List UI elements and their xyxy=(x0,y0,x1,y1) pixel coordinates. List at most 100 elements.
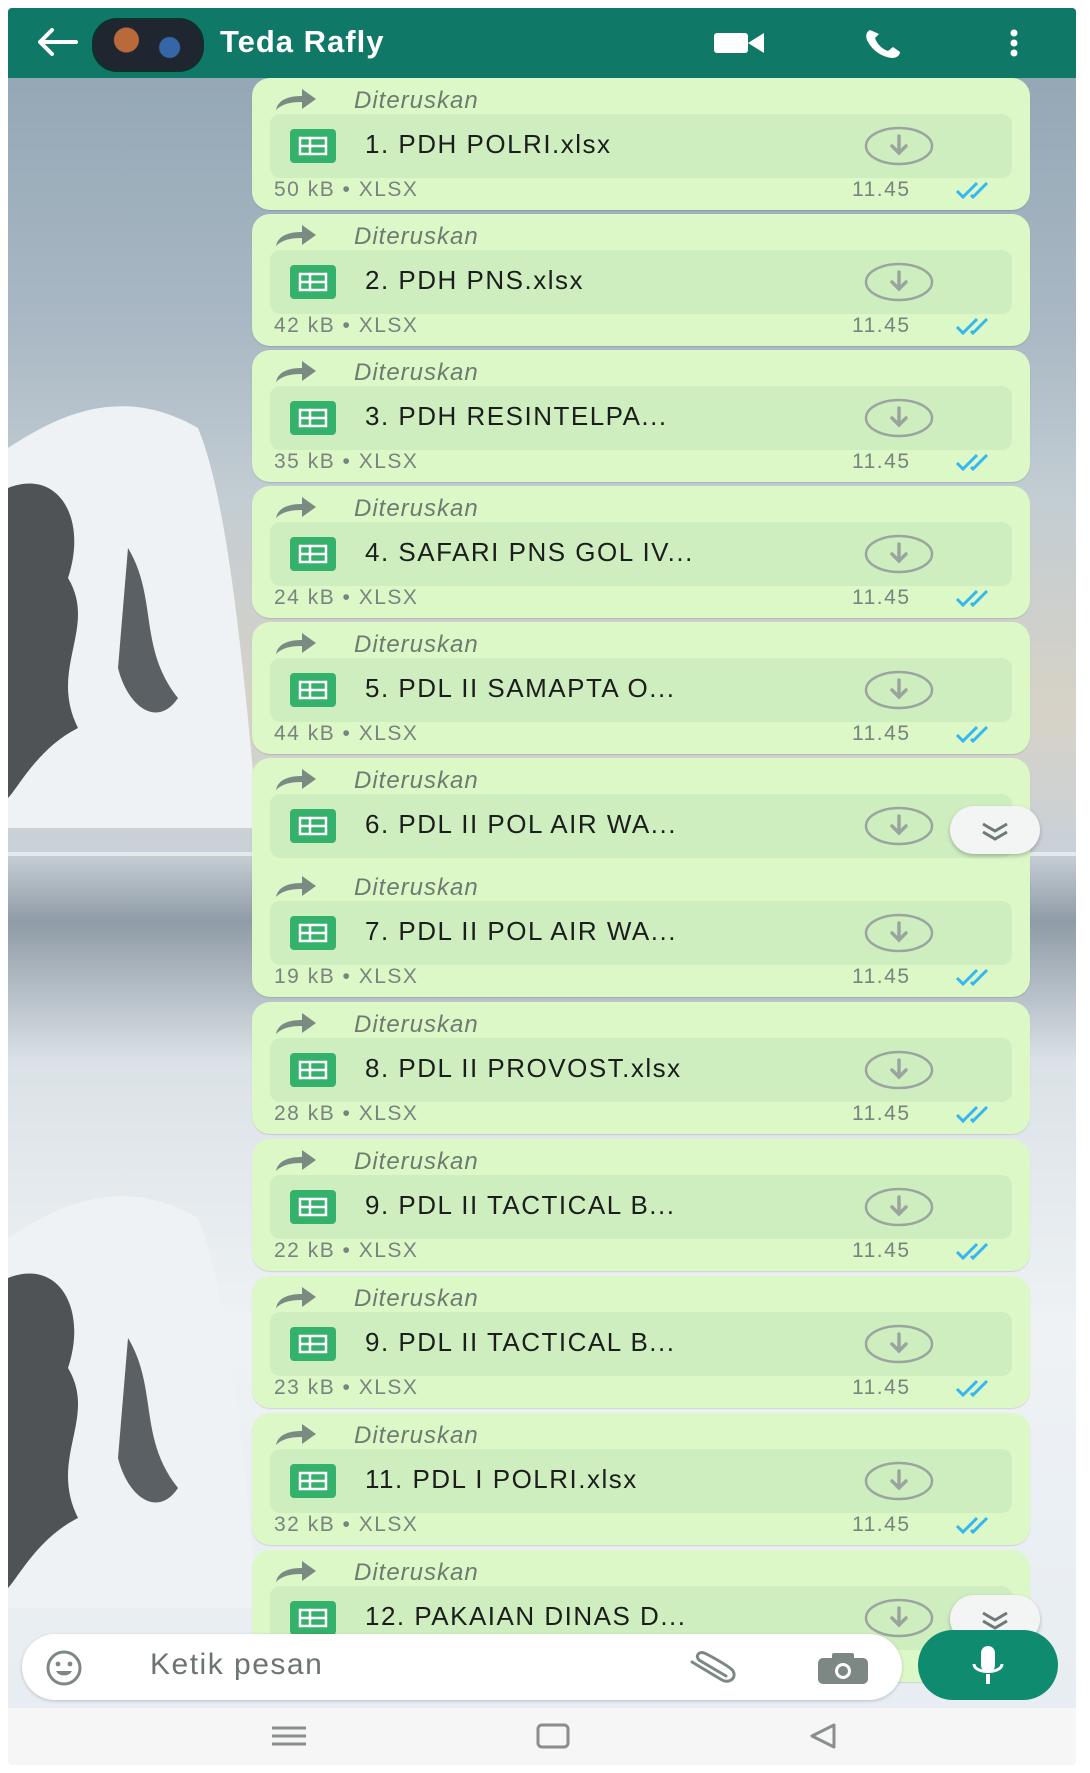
forward-arrow-icon xyxy=(276,361,316,382)
message-bubble[interactable]: Diteruskan 8. PDL II PROVOST.xlsx 28 kB … xyxy=(252,1002,1030,1134)
file-attachment[interactable]: 8. PDL II PROVOST.xlsx xyxy=(270,1038,1012,1102)
message-bubble[interactable]: Diteruskan 2. PDH PNS.xlsx 42 kB • XLSX … xyxy=(252,214,1030,346)
scroll-down-button[interactable] xyxy=(950,806,1040,854)
download-icon[interactable] xyxy=(862,396,936,440)
download-icon[interactable] xyxy=(862,124,936,168)
spreadsheet-file-icon xyxy=(290,1190,336,1224)
spreadsheet-file-icon xyxy=(290,401,336,435)
forwarded-text: Diteruskan xyxy=(354,1011,479,1038)
file-size: 28 kB xyxy=(274,1102,336,1125)
forward-arrow-icon xyxy=(276,1287,316,1308)
home-icon[interactable] xyxy=(528,1720,578,1752)
forwarded-text: Diteruskan xyxy=(354,359,479,386)
message-time: 11.45 xyxy=(852,1239,911,1262)
download-icon[interactable] xyxy=(862,911,936,955)
download-icon[interactable] xyxy=(862,1322,936,1366)
file-meta: 44 kB • XLSX xyxy=(274,722,419,745)
file-meta: 28 kB • XLSX xyxy=(274,1102,419,1125)
file-name[interactable]: 9. PDL II TACTICAL B... xyxy=(365,1190,675,1221)
file-size: 32 kB xyxy=(274,1513,336,1536)
message-bubble[interactable]: Diteruskan 9. PDL II TACTICAL B... 22 kB… xyxy=(252,1139,1030,1271)
file-size: 19 kB xyxy=(274,965,336,988)
video-call-icon[interactable] xyxy=(710,24,768,62)
file-attachment[interactable]: 7. PDL II POL AIR WA... xyxy=(270,901,1012,965)
forward-arrow-icon xyxy=(276,769,316,790)
file-name[interactable]: 3. PDH RESINTELPA... xyxy=(365,401,668,432)
file-attachment[interactable]: 6. PDL II POL AIR WA... xyxy=(270,794,1012,858)
mic-button[interactable] xyxy=(918,1630,1058,1700)
file-name[interactable]: 12. PAKAIAN DINAS D... xyxy=(365,1601,687,1632)
spreadsheet-file-icon xyxy=(290,809,336,843)
download-icon[interactable] xyxy=(862,1185,936,1229)
file-name[interactable]: 7. PDL II POL AIR WA... xyxy=(365,916,677,947)
file-type: XLSX xyxy=(358,1102,419,1125)
message-bubble[interactable]: Diteruskan 5. PDL II SAMAPTA O... 44 kB … xyxy=(252,622,1030,754)
message-bubble[interactable]: Diteruskan 11. PDL I POLRI.xlsx 32 kB • … xyxy=(252,1413,1030,1545)
recent-apps-icon[interactable] xyxy=(264,1720,314,1752)
file-attachment[interactable]: 1. PDH POLRI.xlsx xyxy=(270,114,1012,178)
file-meta: 19 kB • XLSX xyxy=(274,965,419,988)
download-icon[interactable] xyxy=(862,668,936,712)
spreadsheet-file-icon xyxy=(290,1053,336,1087)
file-size: 44 kB xyxy=(274,722,336,745)
message-time: 11.45 xyxy=(852,1513,911,1536)
file-name[interactable]: 6. PDL II POL AIR WA... xyxy=(365,809,677,840)
phone-call-icon[interactable] xyxy=(856,24,914,62)
file-attachment[interactable]: 5. PDL II SAMAPTA O... xyxy=(270,658,1012,722)
spreadsheet-file-icon xyxy=(290,1464,336,1498)
file-name[interactable]: 2. PDH PNS.xlsx xyxy=(365,265,584,296)
file-name[interactable]: 4. SAFARI PNS GOL IV... xyxy=(365,537,694,568)
message-input-bar[interactable]: Ketik pesan xyxy=(22,1634,902,1700)
avatar[interactable] xyxy=(92,18,204,72)
contact-name[interactable]: Teda Rafly xyxy=(220,24,384,60)
chat-header: Teda Rafly xyxy=(8,8,1076,78)
message-bubble[interactable]: Diteruskan 4. SAFARI PNS GOL IV... 24 kB… xyxy=(252,486,1030,618)
spreadsheet-file-icon xyxy=(290,265,336,299)
download-icon[interactable] xyxy=(862,532,936,576)
attach-icon[interactable] xyxy=(682,1648,744,1688)
download-icon[interactable] xyxy=(862,260,936,304)
file-meta: 35 kB • XLSX xyxy=(274,450,419,473)
file-name[interactable]: 8. PDL II PROVOST.xlsx xyxy=(365,1053,682,1084)
file-meta: 24 kB • XLSX xyxy=(274,586,419,609)
file-meta: 22 kB • XLSX xyxy=(274,1239,419,1262)
file-attachment[interactable]: 3. PDH RESINTELPA... xyxy=(270,386,1012,450)
file-size: 22 kB xyxy=(274,1239,336,1262)
emoji-icon[interactable] xyxy=(44,1648,84,1688)
file-name[interactable]: 11. PDL I POLRI.xlsx xyxy=(365,1464,638,1495)
read-receipt-icon xyxy=(955,968,989,987)
file-name[interactable]: 9. PDL II TACTICAL B... xyxy=(365,1327,675,1358)
message-time: 11.45 xyxy=(852,722,911,745)
message-bubble[interactable]: Diteruskan 3. PDH RESINTELPA... 35 kB • … xyxy=(252,350,1030,482)
download-icon[interactable] xyxy=(862,1048,936,1092)
message-time: 11.45 xyxy=(852,965,911,988)
message-input-placeholder[interactable]: Ketik pesan xyxy=(150,1648,323,1682)
file-type: XLSX xyxy=(358,1513,419,1536)
back-arrow-icon[interactable] xyxy=(30,22,82,62)
file-name[interactable]: 1. PDH POLRI.xlsx xyxy=(365,129,612,160)
forwarded-text: Diteruskan xyxy=(354,767,479,794)
file-attachment[interactable]: 4. SAFARI PNS GOL IV... xyxy=(270,522,1012,586)
spreadsheet-file-icon xyxy=(290,129,336,163)
message-time: 11.45 xyxy=(852,178,911,201)
file-name[interactable]: 5. PDL II SAMAPTA O... xyxy=(365,673,675,704)
download-icon[interactable] xyxy=(862,804,936,848)
wallpaper-mountain xyxy=(8,406,258,828)
nav-back-icon[interactable] xyxy=(798,1720,848,1752)
file-attachment[interactable]: 11. PDL I POLRI.xlsx xyxy=(270,1449,1012,1513)
file-attachment[interactable]: 9. PDL II TACTICAL B... xyxy=(270,1175,1012,1239)
forward-arrow-icon xyxy=(276,1013,316,1034)
file-attachment[interactable]: 2. PDH PNS.xlsx xyxy=(270,250,1012,314)
message-bubble[interactable]: Diteruskan 9. PDL II TACTICAL B... 23 kB… xyxy=(252,1276,1030,1408)
file-size: 24 kB xyxy=(274,586,336,609)
file-attachment[interactable]: 9. PDL II TACTICAL B... xyxy=(270,1312,1012,1376)
read-receipt-icon xyxy=(955,453,989,472)
camera-icon[interactable] xyxy=(812,1649,874,1687)
message-bubble[interactable]: Diteruskan 1. PDH POLRI.xlsx 50 kB • XLS… xyxy=(252,78,1030,210)
message-bubble[interactable]: Diteruskan 7. PDL II POL AIR WA... 19 kB… xyxy=(252,865,1030,997)
more-vert-icon[interactable] xyxy=(994,24,1034,62)
download-icon[interactable] xyxy=(862,1459,936,1503)
file-type: XLSX xyxy=(358,314,419,337)
forwarded-text: Diteruskan xyxy=(354,1285,479,1312)
message-time: 11.45 xyxy=(852,1376,911,1399)
